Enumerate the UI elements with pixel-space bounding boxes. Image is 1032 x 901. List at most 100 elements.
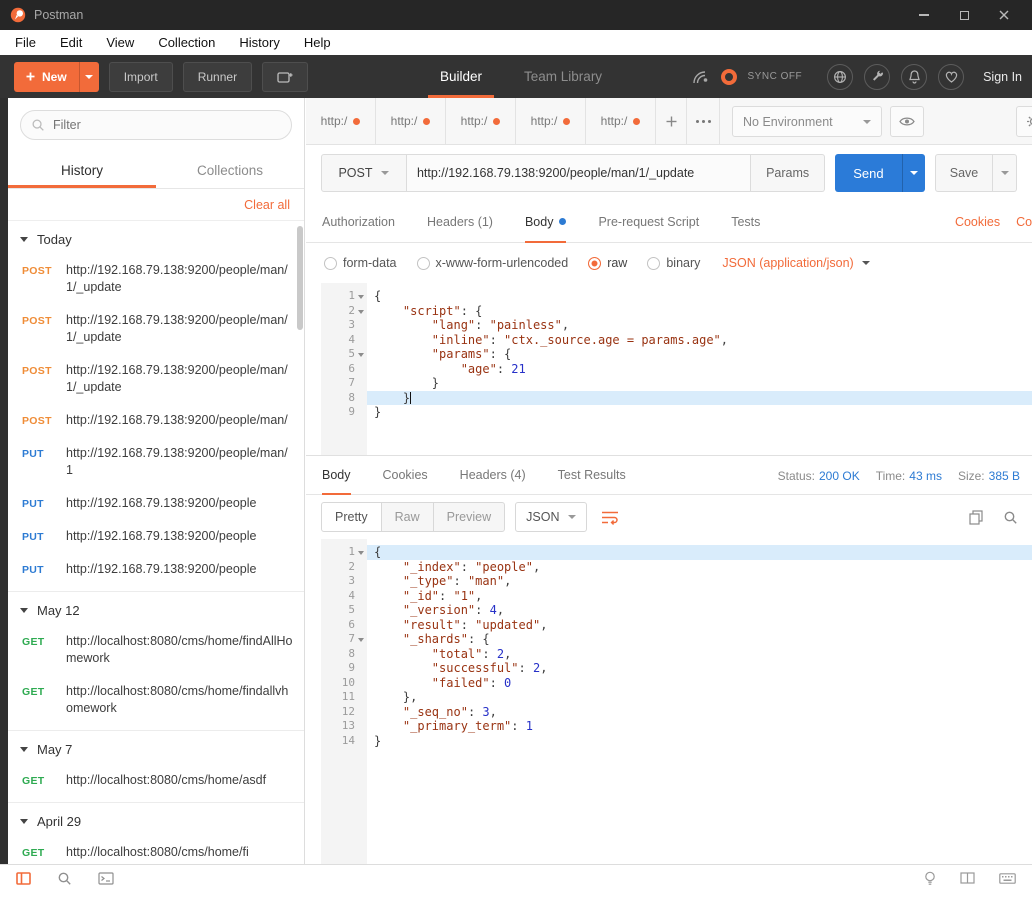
new-tab-button[interactable] xyxy=(656,98,686,144)
body-mode-binary[interactable]: binary xyxy=(647,256,700,270)
heart-icon[interactable] xyxy=(938,64,964,90)
sync-status-icon[interactable] xyxy=(721,69,737,85)
minimize-button[interactable] xyxy=(918,9,930,21)
history-item[interactable]: POSThttp://192.168.79.138:9200/people/ma… xyxy=(8,304,304,354)
response-body-editor[interactable]: 1{2 "_index": "people",3 "_type": "man",… xyxy=(321,539,1032,864)
wrap-text-icon[interactable] xyxy=(601,510,619,525)
tab-team-library[interactable]: Team Library xyxy=(522,55,604,98)
fold-arrow-icon[interactable] xyxy=(358,551,364,555)
history-item[interactable]: POSThttp://192.168.79.138:9200/people/ma… xyxy=(8,354,304,404)
runner-button[interactable]: Runner xyxy=(183,62,252,92)
history-group-header[interactable]: May 7 xyxy=(8,731,304,764)
copy-icon[interactable] xyxy=(969,510,983,525)
tab-history[interactable]: History xyxy=(8,152,156,188)
response-tab-test-results[interactable]: Test Results xyxy=(558,456,626,494)
params-button[interactable]: Params xyxy=(751,154,825,192)
console-icon[interactable] xyxy=(98,872,114,885)
response-tab-body[interactable]: Body xyxy=(322,456,351,494)
response-format-selector[interactable]: JSON xyxy=(515,502,587,532)
history-item[interactable]: PUThttp://192.168.79.138:9200/people xyxy=(8,553,304,586)
environment-settings-button[interactable] xyxy=(1016,106,1032,137)
view-raw-button[interactable]: Raw xyxy=(381,502,434,532)
sidebar-scrollbar[interactable] xyxy=(297,226,303,330)
notifications-bell-icon[interactable] xyxy=(901,64,927,90)
menu-item-help[interactable]: Help xyxy=(304,35,331,50)
history-item[interactable]: GEThttp://localhost:8080/cms/home/findAl… xyxy=(8,625,304,675)
response-tab-cookies[interactable]: Cookies xyxy=(383,456,428,494)
tab-collections[interactable]: Collections xyxy=(156,152,304,188)
history-group-header[interactable]: May 12 xyxy=(8,592,304,625)
shortcuts-keyboard-icon[interactable] xyxy=(999,873,1016,884)
explore-globe-icon[interactable] xyxy=(827,64,853,90)
code-line: } xyxy=(367,391,1032,406)
history-item[interactable]: GEThttp://localhost:8080/cms/home/findal… xyxy=(8,675,304,725)
request-body-editor[interactable]: 1{2 "script": {3 "lang": "painless",4 "i… xyxy=(321,283,1032,455)
request-tab-pre-request-script[interactable]: Pre-request Script xyxy=(598,201,699,242)
close-button[interactable] xyxy=(998,9,1010,21)
request-tab[interactable]: http:/ xyxy=(376,98,446,144)
request-tab[interactable]: http:/ xyxy=(306,98,376,144)
menu-item-history[interactable]: History xyxy=(239,35,279,50)
menu-item-view[interactable]: View xyxy=(106,35,134,50)
import-button[interactable]: Import xyxy=(109,62,173,92)
fold-arrow-icon[interactable] xyxy=(358,310,364,314)
save-button[interactable]: Save xyxy=(935,154,993,192)
help-bulb-icon[interactable] xyxy=(924,871,936,886)
history-item[interactable]: POSThttp://192.168.79.138:9200/people/ma… xyxy=(8,404,304,437)
request-tab-headers-1[interactable]: Headers (1) xyxy=(427,201,493,242)
send-button[interactable]: Send xyxy=(835,154,901,192)
global-search-icon[interactable] xyxy=(57,871,72,886)
history-item[interactable]: GEThttp://localhost:8080/cms/home/fi xyxy=(8,836,304,864)
new-dropdown-caret[interactable] xyxy=(79,62,99,92)
menu-item-file[interactable]: File xyxy=(15,35,36,50)
request-tab[interactable]: http:/ xyxy=(446,98,516,144)
code-link[interactable]: Code xyxy=(1016,215,1032,229)
fold-arrow-icon[interactable] xyxy=(358,353,364,357)
fold-arrow-icon[interactable] xyxy=(358,295,364,299)
request-tab-body[interactable]: Body xyxy=(525,201,567,242)
raw-format-selector[interactable]: JSON (application/json) xyxy=(722,256,869,270)
history-item[interactable]: PUThttp://192.168.79.138:9200/people xyxy=(8,487,304,520)
two-pane-icon[interactable] xyxy=(960,872,975,884)
toggle-sidebar-icon[interactable] xyxy=(16,872,31,885)
history-group-header[interactable]: April 29 xyxy=(8,803,304,836)
interceptor-icon[interactable] xyxy=(692,68,710,85)
request-tab[interactable]: http:/ xyxy=(516,98,586,144)
environment-preview-button[interactable] xyxy=(890,106,924,137)
request-tab-authorization[interactable]: Authorization xyxy=(322,201,395,242)
request-tab-tests[interactable]: Tests xyxy=(731,201,760,242)
sign-in-button[interactable]: Sign In xyxy=(983,70,1022,84)
environment-selector[interactable]: No Environment xyxy=(732,106,882,137)
history-item[interactable]: GEThttp://localhost:8080/cms/home/asdf xyxy=(8,764,304,797)
send-options-caret[interactable] xyxy=(902,154,925,192)
history-item[interactable]: PUThttp://192.168.79.138:9200/people xyxy=(8,520,304,553)
more-tabs-button[interactable] xyxy=(686,98,720,144)
cookies-link[interactable]: Cookies xyxy=(955,215,1000,229)
fold-arrow-icon[interactable] xyxy=(358,638,364,642)
save-options-caret[interactable] xyxy=(993,154,1017,192)
editor-line: 7 "_shards": { xyxy=(321,632,1032,647)
maximize-button[interactable] xyxy=(958,9,970,21)
method-selector[interactable]: POST xyxy=(321,154,407,192)
history-item[interactable]: POSThttp://192.168.79.138:9200/people/ma… xyxy=(8,254,304,304)
search-response-icon[interactable] xyxy=(1003,510,1018,525)
response-tab-headers-4[interactable]: Headers (4) xyxy=(460,456,526,494)
new-window-button[interactable] xyxy=(262,62,308,92)
body-mode-form-data[interactable]: form-data xyxy=(324,256,397,270)
view-preview-button[interactable]: Preview xyxy=(433,502,505,532)
body-mode-raw[interactable]: raw xyxy=(588,256,627,270)
view-pretty-button[interactable]: Pretty xyxy=(321,502,382,532)
history-group-header[interactable]: Today xyxy=(8,221,304,254)
url-input[interactable] xyxy=(407,154,751,192)
request-tab[interactable]: http:/ xyxy=(586,98,656,144)
new-button[interactable]: New xyxy=(14,62,99,92)
clear-all-link[interactable]: Clear all xyxy=(244,198,290,212)
filter-input[interactable] xyxy=(20,110,292,140)
body-mode-x-www-form-urlencoded[interactable]: x-www-form-urlencoded xyxy=(417,256,569,270)
tools-wrench-icon[interactable] xyxy=(864,64,890,90)
tab-builder[interactable]: Builder xyxy=(438,55,484,98)
history-item[interactable]: PUThttp://192.168.79.138:9200/people/man… xyxy=(8,437,304,487)
request-url-bar: POST Params Send Save xyxy=(306,145,1032,201)
menu-item-edit[interactable]: Edit xyxy=(60,35,82,50)
menu-item-collection[interactable]: Collection xyxy=(158,35,215,50)
